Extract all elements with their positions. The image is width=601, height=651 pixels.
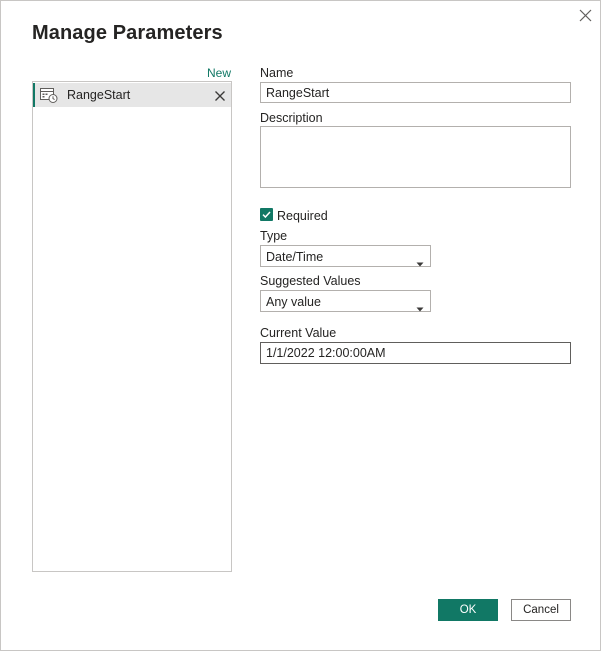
type-dropdown-value: Date/Time	[266, 250, 324, 264]
dialog-title: Manage Parameters	[32, 22, 223, 44]
name-label: Name	[260, 66, 294, 80]
chevron-down-icon	[416, 299, 424, 312]
close-icon[interactable]	[575, 5, 597, 27]
required-label: Required	[277, 209, 328, 223]
new-parameter-link[interactable]: New	[207, 66, 231, 80]
calendar-clock-icon	[40, 87, 58, 103]
type-label: Type	[260, 229, 288, 243]
required-checkbox[interactable]	[260, 208, 273, 221]
description-label: Description	[260, 111, 323, 125]
cancel-button[interactable]: Cancel	[511, 599, 571, 621]
parameter-item-rangestart[interactable]: RangeStart	[33, 83, 231, 107]
ok-button[interactable]: OK	[438, 599, 498, 621]
suggested-values-label: Suggested Values	[260, 274, 361, 288]
manage-parameters-dialog: Manage Parameters New RangeStart Name Ra…	[0, 0, 601, 651]
remove-icon[interactable]	[214, 89, 226, 101]
current-value-field[interactable]	[260, 342, 571, 364]
parameter-list: RangeStart	[32, 81, 232, 572]
type-dropdown[interactable]: Date/Time	[260, 245, 431, 267]
suggested-values-dropdown[interactable]: Any value	[260, 290, 431, 312]
description-field[interactable]	[260, 126, 571, 188]
parameter-item-label: RangeStart	[67, 88, 131, 102]
checkmark-icon	[262, 211, 271, 219]
name-field[interactable]	[260, 82, 571, 103]
suggested-values-dropdown-value: Any value	[266, 295, 321, 309]
selection-indicator	[33, 83, 35, 107]
current-value-label: Current Value	[260, 326, 337, 340]
chevron-down-icon	[416, 254, 424, 267]
